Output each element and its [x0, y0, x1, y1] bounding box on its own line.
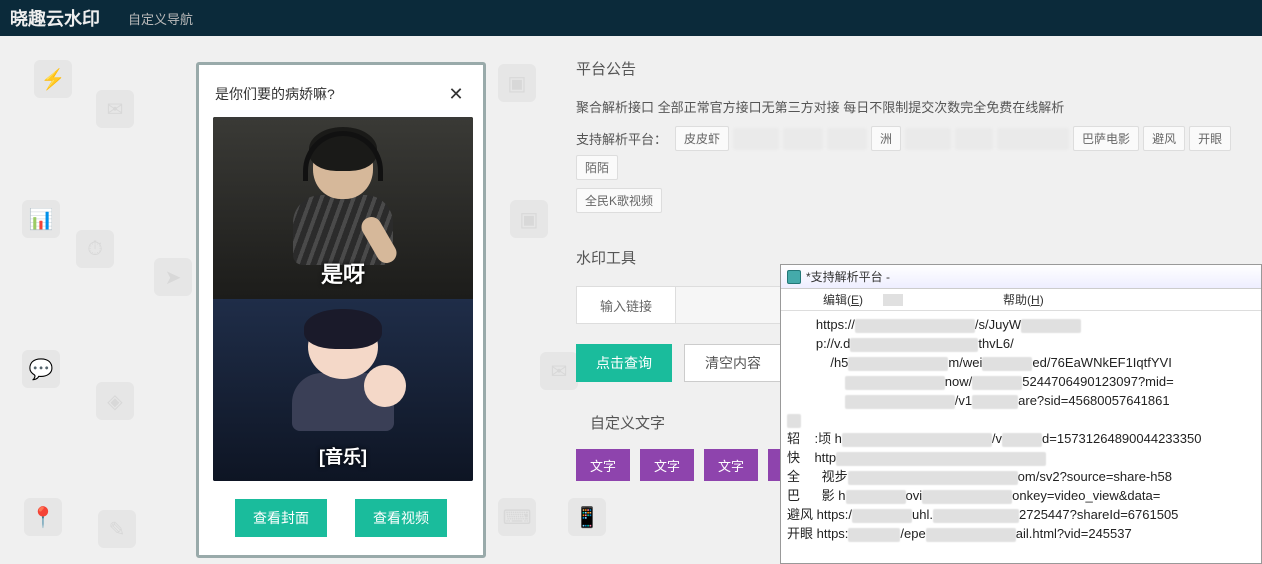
query-button[interactable]: 点击查询: [576, 344, 672, 382]
platform-tag-blurred[interactable]: [827, 128, 867, 150]
nav-custom[interactable]: 自定义导航: [120, 9, 201, 28]
menu-edit[interactable]: 编辑(E): [823, 291, 863, 308]
platform-tag-blurred[interactable]: [783, 128, 823, 150]
notepad-line: /h5m/weied/76EaWNkEF1IqtfYVI: [787, 353, 1255, 372]
platform-tag[interactable]: 巴萨电影: [1073, 126, 1139, 151]
close-icon[interactable]: ✕: [445, 83, 467, 105]
notepad-content[interactable]: https:///s/JuyW p://v.dthvL6/ /h5m/weied…: [781, 311, 1261, 547]
modal-title: 是你们要的病娇嘛?: [215, 84, 335, 104]
url-input-label: 输入链接: [576, 286, 676, 324]
notepad-line: /v1are?sid=45680057641861: [787, 391, 1255, 410]
text-button[interactable]: 文字: [640, 449, 694, 481]
notepad-line: https:///s/JuyW: [787, 315, 1255, 334]
announce-title: 平台公告: [576, 58, 1262, 79]
platforms-row-1: 支持解析平台： 皮皮虾 洲 巴萨电影 避风 开眼 陌陌: [576, 126, 1262, 180]
platform-tag[interactable]: 全民K歌视频: [576, 188, 662, 213]
notepad-line: 巴 影 hovionkey=video_view&data=: [787, 486, 1255, 505]
platform-tag-blurred[interactable]: [955, 128, 993, 150]
view-video-button[interactable]: 查看视频: [355, 499, 447, 537]
view-cover-button[interactable]: 查看封面: [235, 499, 327, 537]
announce-text: 聚合解析接口 全部正常官方接口无第三方对接 每日不限制提交次数完全免费在线解析: [576, 97, 1262, 116]
notepad-titlebar[interactable]: *支持解析平台 -: [781, 265, 1261, 289]
video-caption-top: 是呀: [213, 257, 473, 289]
platform-tag[interactable]: 避风: [1143, 126, 1185, 151]
notepad-line: now/5244706490123097?mid=: [787, 372, 1255, 391]
notepad-line: p://v.dthvL6/: [787, 334, 1255, 353]
notepad-line: 开眼 https:/epeail.html?vid=245537: [787, 524, 1255, 543]
notepad-title-text: *支持解析平台 -: [806, 268, 890, 285]
platform-tag-blurred[interactable]: [997, 128, 1069, 150]
video-preview: 是呀 [音乐]: [213, 117, 473, 481]
notepad-line: 避风 https:/uhl.2725447?shareId=6761505: [787, 505, 1255, 524]
text-button[interactable]: 文字: [704, 449, 758, 481]
notepad-line: 快 http: [787, 448, 1255, 467]
preview-modal: 是你们要的病娇嘛? ✕ 是呀 [音乐] 查看: [196, 62, 486, 558]
top-navbar: 晓趣云水印 自定义导航: [0, 0, 1262, 36]
platforms-row-2: 全民K歌视频: [576, 188, 1262, 213]
video-caption-bottom: [音乐]: [213, 443, 473, 469]
platform-tag-blurred[interactable]: [905, 128, 951, 150]
notepad-window: *支持解析平台 - 编辑(E) 帮助(H) https:///s/JuyW p:…: [780, 264, 1262, 564]
notepad-icon: [787, 270, 801, 284]
notepad-menubar: 编辑(E) 帮助(H): [781, 289, 1261, 311]
platform-tag[interactable]: 洲: [871, 126, 901, 151]
notepad-line: [787, 410, 1255, 429]
platform-tag[interactable]: 陌陌: [576, 155, 618, 180]
notepad-line: 全 视步om/sv2?source=share-h58: [787, 467, 1255, 486]
preview-bottom-frame: [音乐]: [213, 299, 473, 481]
text-button[interactable]: 文字: [576, 449, 630, 481]
notepad-line: 轺 :顷 h/vd=15731264890044233350: [787, 429, 1255, 448]
menu-help[interactable]: 帮助(H): [1003, 291, 1044, 308]
preview-top-frame: 是呀: [213, 117, 473, 299]
platforms-label: 支持解析平台：: [576, 129, 667, 148]
platform-tag-blurred[interactable]: [733, 128, 779, 150]
modal-buttons: 查看封面 查看视频: [213, 499, 469, 537]
modal-header: 是你们要的病娇嘛? ✕: [213, 75, 469, 117]
platform-tag[interactable]: 皮皮虾: [675, 126, 729, 151]
clear-button[interactable]: 清空内容: [684, 344, 782, 382]
platform-tag[interactable]: 开眼: [1189, 126, 1231, 151]
brand-logo: 晓趣云水印: [10, 5, 100, 31]
